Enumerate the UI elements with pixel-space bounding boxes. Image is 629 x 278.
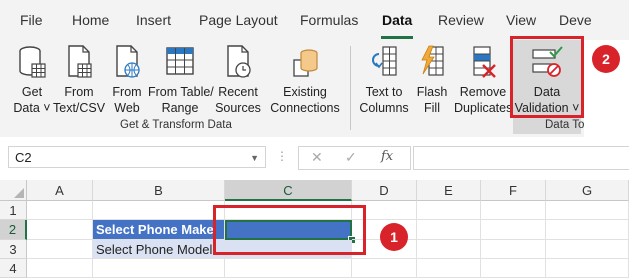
annotation-marker-2: 2 — [592, 45, 620, 73]
text-to-columns-icon — [372, 46, 397, 76]
recent-sources-button[interactable]: Recent Sources — [214, 44, 262, 118]
cell-g1[interactable] — [546, 201, 629, 220]
cell-b1[interactable] — [93, 201, 225, 220]
cell-e1[interactable] — [417, 201, 481, 220]
tab-review[interactable]: Review — [438, 12, 484, 28]
cell-f2[interactable] — [481, 220, 546, 240]
select-all-triangle-icon — [14, 188, 24, 198]
name-box-value: C2 — [15, 150, 32, 165]
cell-d4[interactable] — [352, 259, 417, 278]
cell-b2[interactable]: Select Phone Make — [93, 220, 225, 240]
cell-g3[interactable] — [546, 240, 629, 259]
from-web-button[interactable]: From Web — [108, 44, 146, 118]
column-header-d[interactable]: D — [352, 180, 417, 201]
cell-f1[interactable] — [481, 201, 546, 220]
active-tab-indicator — [381, 36, 413, 39]
remove-duplicates-icon — [473, 46, 496, 78]
insert-function-icon[interactable]: fx — [381, 149, 393, 164]
cell-g2[interactable] — [546, 220, 629, 240]
cell-b4[interactable] — [93, 259, 225, 278]
cell-b3[interactable]: Select Phone Model — [93, 240, 225, 259]
cell-a3[interactable] — [27, 240, 93, 259]
cell-g4[interactable] — [546, 259, 629, 278]
column-header-f[interactable]: F — [481, 180, 546, 201]
row-header-3[interactable]: 3 — [0, 240, 27, 259]
cell-a4[interactable] — [27, 259, 93, 278]
column-header-g[interactable]: G — [546, 180, 629, 201]
tab-insert[interactable]: Insert — [136, 12, 171, 28]
text-to-columns-button[interactable]: Text to Columns — [357, 44, 411, 118]
annotation-marker-1: 1 — [380, 223, 408, 251]
get-transform-group-label: Get & Transform Data — [120, 119, 232, 131]
ribbon-divider — [350, 46, 351, 130]
column-header-a[interactable]: A — [27, 180, 93, 201]
drag-handle-icon[interactable]: ⋮ — [276, 149, 288, 163]
from-table-range-button[interactable]: From Table/ Range — [148, 44, 214, 118]
remove-duplicates-button[interactable]: Remove Duplicates — [454, 44, 512, 118]
cell-f4[interactable] — [481, 259, 546, 278]
data-tools-group-label: Data To — [545, 119, 585, 131]
data-validation-annotation-box — [510, 36, 584, 118]
tab-page-layout[interactable]: Page Layout — [199, 12, 278, 28]
cell-e4[interactable] — [417, 259, 481, 278]
table-icon — [166, 47, 194, 75]
chevron-down-icon[interactable]: ▼ — [250, 147, 259, 169]
cell-a1[interactable] — [27, 201, 93, 220]
select-all-corner[interactable] — [0, 180, 27, 201]
flash-fill-icon — [421, 45, 444, 76]
row-header-1[interactable]: 1 — [0, 201, 27, 220]
web-file-icon — [116, 45, 140, 78]
flash-fill-button[interactable]: Flash Fill — [414, 44, 450, 118]
formula-buttons: ✕ ✓ fx — [298, 146, 411, 170]
cell-c2-annotation-box — [213, 205, 366, 255]
column-header-b[interactable]: B — [93, 180, 225, 201]
ribbon-tab-bar: File Home Insert Page Layout Formulas Da… — [0, 0, 629, 40]
tab-formulas[interactable]: Formulas — [300, 12, 358, 28]
enter-icon[interactable]: ✓ — [345, 149, 357, 166]
row-header-4[interactable]: 4 — [0, 259, 27, 278]
cell-a2[interactable] — [27, 220, 93, 240]
cancel-icon[interactable]: ✕ — [311, 149, 323, 166]
from-text-csv-button[interactable]: From Text/CSV — [53, 44, 105, 118]
text-file-icon — [68, 45, 92, 78]
tab-home[interactable]: Home — [72, 12, 109, 28]
row-header-2[interactable]: 2 — [0, 220, 27, 240]
column-header-c[interactable]: C — [225, 180, 352, 201]
cell-e2[interactable] — [417, 220, 481, 240]
connection-database-icon — [293, 49, 318, 77]
tab-data[interactable]: Data — [382, 12, 412, 28]
existing-connections-button[interactable]: Existing Connections — [268, 44, 342, 118]
cell-e3[interactable] — [417, 240, 481, 259]
tab-file[interactable]: File — [20, 12, 43, 28]
tab-developer[interactable]: Deve — [559, 12, 592, 28]
name-box[interactable]: C2 ▼ — [8, 146, 266, 168]
cell-c4[interactable] — [225, 259, 352, 278]
cell-f3[interactable] — [481, 240, 546, 259]
column-header-e[interactable]: E — [417, 180, 481, 201]
recent-file-icon — [227, 45, 251, 78]
database-icon — [19, 46, 46, 78]
get-data-button[interactable]: Get Data ˅ — [12, 44, 52, 118]
tab-view[interactable]: View — [506, 12, 536, 28]
formula-input[interactable] — [413, 146, 629, 170]
